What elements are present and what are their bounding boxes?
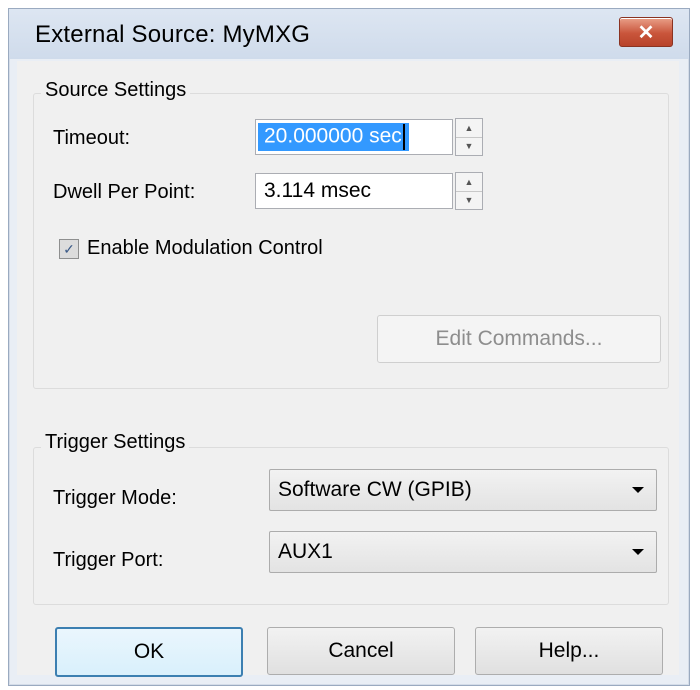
trigger-port-value: AUX1 (278, 540, 333, 563)
text-caret (402, 124, 405, 150)
dwell-value: 3.114 msec (264, 179, 371, 202)
edit-commands-button[interactable]: Edit Commands... (377, 315, 661, 363)
modulation-checkbox[interactable]: ✓ (59, 239, 79, 259)
dwell-spinner[interactable]: ▲ ▼ (455, 172, 483, 210)
ok-button[interactable]: OK (55, 627, 243, 677)
dialog-body: Source Settings Timeout: 20.000000 sec ▲… (17, 61, 679, 677)
dwell-label: Dwell Per Point: (53, 181, 196, 203)
spin-down-icon[interactable]: ▼ (456, 138, 482, 156)
trigger-settings-title: Trigger Settings (41, 431, 190, 454)
cancel-button[interactable]: Cancel (267, 627, 455, 675)
trigger-mode-select[interactable]: Software CW (GPIB) (269, 469, 657, 511)
timeout-value: 20.000000 sec (258, 123, 409, 151)
close-button[interactable]: ✕ (619, 17, 673, 47)
trigger-port-select[interactable]: AUX1 (269, 531, 657, 573)
help-button[interactable]: Help... (475, 627, 663, 675)
trigger-mode-label: Trigger Mode: (53, 487, 177, 509)
checkmark-icon: ✓ (63, 241, 75, 257)
source-settings-title: Source Settings (41, 79, 191, 102)
window-title: External Source: MyMXG (35, 21, 311, 48)
timeout-field[interactable]: 20.000000 sec (255, 119, 453, 155)
timeout-label: Timeout: (53, 127, 131, 149)
timeout-spinner[interactable]: ▲ ▼ (455, 118, 483, 156)
close-icon: ✕ (637, 21, 655, 44)
trigger-mode-value: Software CW (GPIB) (278, 478, 472, 501)
spin-up-icon[interactable]: ▲ (456, 173, 482, 192)
chevron-down-icon (632, 487, 644, 493)
trigger-port-label: Trigger Port: (53, 549, 164, 571)
chevron-down-icon (632, 549, 644, 555)
external-source-dialog: External Source: MyMXG ✕ Source Settings… (8, 8, 690, 686)
title-bar[interactable]: External Source: MyMXG ✕ (9, 9, 689, 59)
spin-up-icon[interactable]: ▲ (456, 119, 482, 138)
dwell-field[interactable]: 3.114 msec (255, 173, 453, 209)
spin-down-icon[interactable]: ▼ (456, 192, 482, 210)
modulation-label[interactable]: Enable Modulation Control (87, 237, 323, 260)
